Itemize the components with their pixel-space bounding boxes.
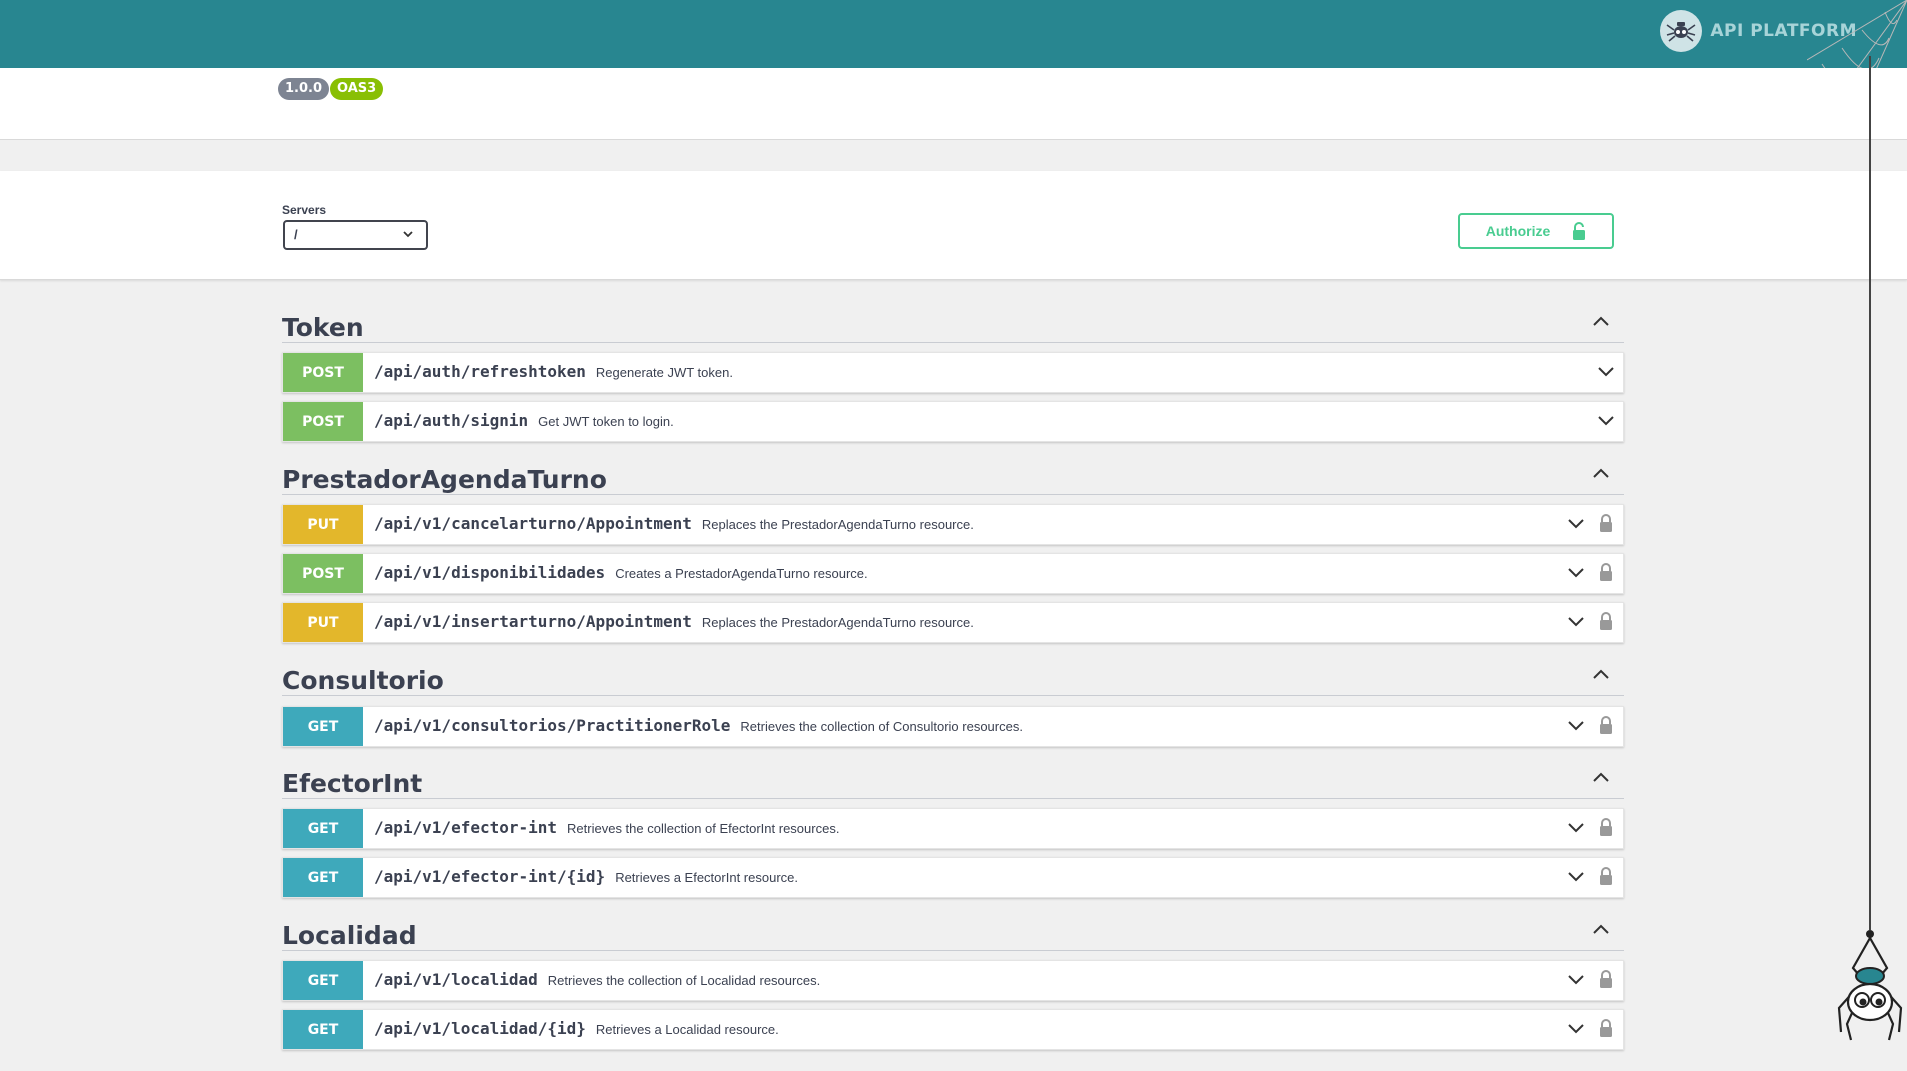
version-badge: 1.0.0 — [278, 78, 330, 100]
operation-path: /api/v1/insertarturno/Appointment — [374, 612, 692, 631]
operation-row[interactable]: POST /api/auth/refreshtoken Regenerate JW… — [282, 352, 1624, 393]
operation-row[interactable]: POST /api/auth/signin Get JWT token to lo… — [282, 401, 1624, 442]
authorize-button[interactable]: Authorize — [1458, 213, 1614, 249]
lock-icon[interactable] — [1599, 817, 1613, 837]
method-badge: POST — [283, 402, 363, 441]
chevron-down-icon[interactable] — [1597, 365, 1615, 377]
chevron-down-icon[interactable] — [1567, 821, 1585, 833]
servers-label: Servers — [282, 203, 327, 217]
operation-row[interactable]: GET /api/v1/localidad/{id} Retrieves a Lo… — [282, 1009, 1624, 1050]
tag-efectorint[interactable]: EfectorInt — [282, 761, 1624, 799]
chevron-up-icon[interactable] — [1592, 668, 1610, 680]
operation-row[interactable]: POST /api/v1/disponibilidades Creates a P… — [282, 553, 1624, 594]
method-badge: POST — [283, 353, 363, 392]
servers-selected-value: / — [294, 227, 298, 242]
info-section: 1.0.0 OAS3 — [0, 68, 1907, 140]
top-bar: API PLATFORM — [0, 0, 1907, 68]
chevron-up-icon[interactable] — [1592, 923, 1610, 935]
tag-localidad[interactable]: Localidad — [282, 913, 1624, 951]
operation-summary: Get JWT token to login. — [538, 414, 674, 429]
spider-icon[interactable] — [1833, 928, 1907, 1046]
tag-consultorio[interactable]: Consultorio — [282, 658, 1624, 696]
spider-thread — [1869, 56, 1871, 930]
method-badge: GET — [283, 858, 363, 897]
operation-path: /api/v1/cancelarturno/Appointment — [374, 514, 692, 533]
method-badge: PUT — [283, 505, 363, 544]
operation-row[interactable]: GET /api/v1/consultorios/PractitionerRol… — [282, 706, 1624, 747]
operation-path: /api/auth/refreshtoken — [374, 362, 586, 381]
chevron-down-icon[interactable] — [1567, 973, 1585, 985]
operation-path: /api/v1/consultorios/PractitionerRole — [374, 716, 731, 735]
tag-title: Consultorio — [282, 666, 444, 695]
method-badge: PUT — [283, 603, 363, 642]
operation-path: /api/v1/efector-int — [374, 818, 558, 837]
chevron-down-icon[interactable] — [1597, 414, 1615, 426]
lock-icon[interactable] — [1599, 715, 1613, 735]
operation-path: /api/v1/efector-int/{id} — [374, 867, 606, 886]
tag-title: EfectorInt — [282, 769, 423, 798]
scheme-container: Servers / Authorize — [0, 171, 1907, 280]
oas-badge: OAS3 — [330, 78, 384, 100]
operation-row[interactable]: GET /api/v1/localidad Retrieves the colle… — [282, 960, 1624, 1001]
operation-path: /api/v1/localidad/{id} — [374, 1019, 586, 1038]
operation-path: /api/v1/localidad — [374, 970, 538, 989]
operation-row[interactable]: GET /api/v1/efector-int/{id} Retrieves a … — [282, 857, 1624, 898]
lock-icon[interactable] — [1599, 611, 1613, 631]
operation-row[interactable]: PUT /api/v1/insertarturno/Appointment Rep… — [282, 602, 1624, 643]
chevron-up-icon[interactable] — [1592, 467, 1610, 479]
operation-summary: Retrieves a Localidad resource. — [595, 1022, 779, 1037]
operation-path: /api/v1/disponibilidades — [374, 563, 606, 582]
lock-icon[interactable] — [1599, 1018, 1613, 1038]
chevron-down-icon[interactable] — [1567, 870, 1585, 882]
tag-title: Token — [282, 313, 364, 342]
method-badge: POST — [283, 554, 363, 593]
tag-token[interactable]: Token — [282, 305, 1624, 343]
operation-summary: Replaces the PrestadorAgendaTurno resour… — [701, 517, 974, 532]
tag-title: Localidad — [282, 921, 417, 950]
operation-row[interactable]: PUT /api/v1/cancelarturno/Appointment Rep… — [282, 504, 1624, 545]
operation-summary: Retrieves the collection of Localidad re… — [547, 973, 821, 988]
chevron-up-icon[interactable] — [1592, 315, 1610, 327]
chevron-up-icon[interactable] — [1592, 771, 1610, 783]
operation-path: /api/auth/signin — [374, 411, 529, 430]
tag-prestadoragendaturno[interactable]: PrestadorAgendaTurno — [282, 457, 1624, 495]
operation-summary: Replaces the PrestadorAgendaTurno resour… — [701, 615, 974, 630]
lock-icon[interactable] — [1599, 562, 1613, 582]
tag-title: PrestadorAgendaTurno — [282, 465, 607, 494]
authorize-label: Authorize — [1485, 223, 1551, 239]
unlocked-icon — [1573, 222, 1586, 240]
chevron-down-icon — [403, 231, 413, 238]
chevron-down-icon[interactable] — [1567, 719, 1585, 731]
operation-summary: Retrieves a EfectorInt resource. — [615, 870, 798, 885]
lock-icon[interactable] — [1599, 513, 1613, 533]
chevron-down-icon[interactable] — [1567, 1022, 1585, 1034]
method-badge: GET — [283, 1010, 363, 1049]
chevron-down-icon[interactable] — [1567, 615, 1585, 627]
operation-summary: Creates a PrestadorAgendaTurno resource. — [615, 566, 868, 581]
operation-summary: Retrieves the collection of EfectorInt r… — [567, 821, 840, 836]
operation-summary: Retrieves the collection of Consultorio … — [740, 719, 1023, 734]
lock-icon[interactable] — [1599, 866, 1613, 886]
method-badge: GET — [283, 961, 363, 1000]
method-badge: GET — [283, 707, 363, 746]
operation-row[interactable]: GET /api/v1/efector-int Retrieves the col… — [282, 808, 1624, 849]
spider-logo-icon — [1660, 10, 1703, 52]
chevron-down-icon[interactable] — [1567, 566, 1585, 578]
operation-summary: Regenerate JWT token. — [595, 365, 733, 380]
chevron-down-icon[interactable] — [1567, 517, 1585, 529]
method-badge: GET — [283, 809, 363, 848]
lock-icon[interactable] — [1599, 969, 1613, 989]
servers-select[interactable]: / — [283, 220, 428, 250]
